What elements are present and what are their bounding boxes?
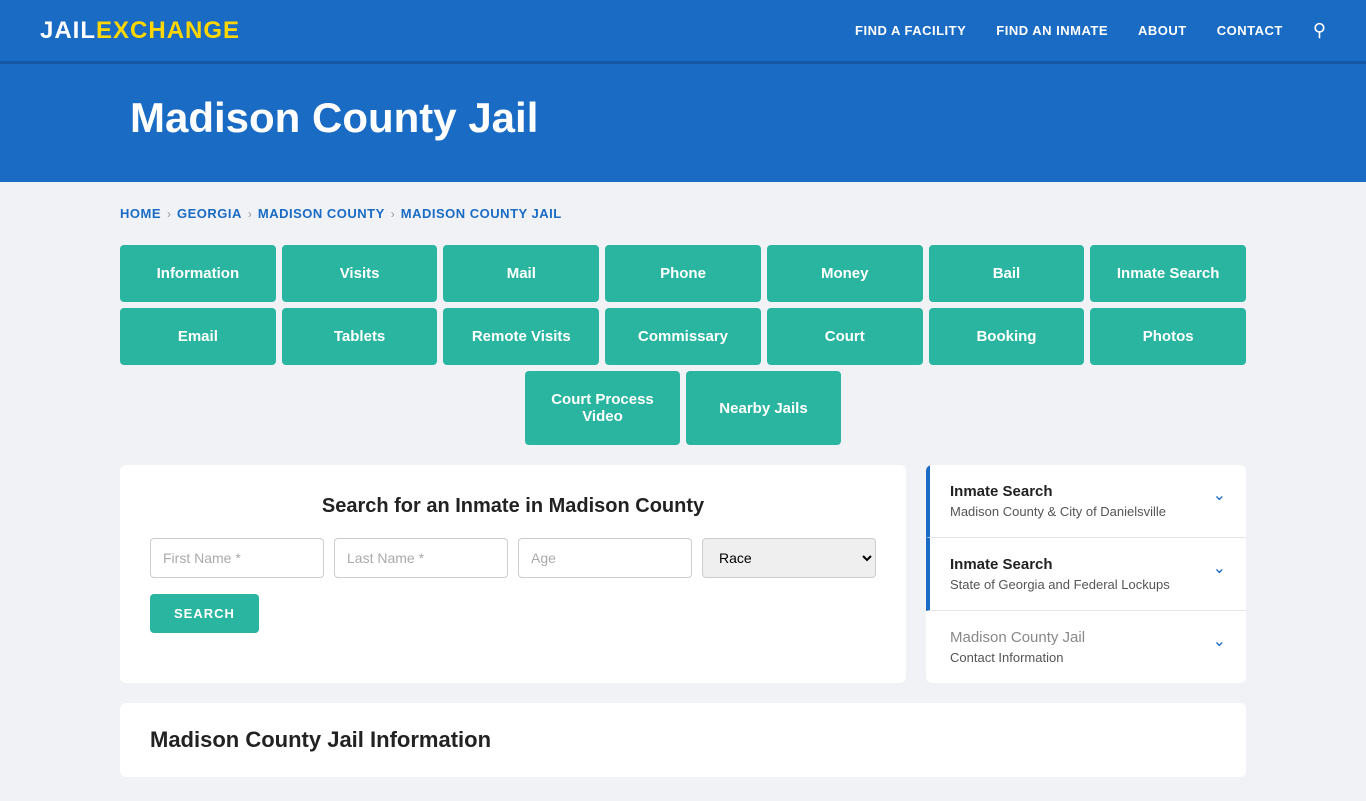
site-logo[interactable]: JAILEXCHANGE [40,17,240,45]
chevron-down-icon-3: ⌄ [1213,631,1226,651]
breadcrumb: Home › Georgia › Madison County › Madiso… [120,206,1246,221]
btn-tablets[interactable]: Tablets [282,308,438,365]
btn-court-process-video[interactable]: Court Process Video [525,371,680,445]
breadcrumb-home[interactable]: Home [120,206,161,221]
btn-visits[interactable]: Visits [282,245,438,302]
grid-row-2: Email Tablets Remote Visits Commissary C… [120,308,1246,365]
search-inputs: Race White Black Hispanic Asian Other [150,538,876,578]
race-select[interactable]: Race White Black Hispanic Asian Other [702,538,876,578]
age-input[interactable] [518,538,692,578]
jail-info-heading: Madison County Jail Information [150,727,1216,753]
inmate-search-box: Search for an Inmate in Madison County R… [120,465,906,683]
btn-mail[interactable]: Mail [443,245,599,302]
btn-email[interactable]: Email [120,308,276,365]
main-content: Home › Georgia › Madison County › Madiso… [0,182,1366,801]
btn-court[interactable]: Court [767,308,923,365]
site-header: JAILEXCHANGE FIND A FACILITY FIND AN INM… [0,0,1366,64]
search-button[interactable]: SEARCH [150,594,259,633]
btn-bail[interactable]: Bail [929,245,1085,302]
nav-find-facility[interactable]: FIND A FACILITY [855,23,966,38]
sidebar-item-title-3: Madison County Jail [950,629,1085,646]
btn-information[interactable]: Information [120,245,276,302]
btn-inmate-search[interactable]: Inmate Search [1090,245,1246,302]
btn-photos[interactable]: Photos [1090,308,1246,365]
logo-jail: JAIL [40,17,96,45]
breadcrumb-sep-1: › [167,207,171,221]
sidebar-item-title-1: Inmate Search [950,483,1166,500]
nav-about[interactable]: ABOUT [1138,23,1187,38]
sidebar-item-contact-info[interactable]: Madison County Jail Contact Information … [926,611,1246,683]
first-name-input[interactable] [150,538,324,578]
nav-contact[interactable]: CONTACT [1217,23,1283,38]
content-section: Search for an Inmate in Madison County R… [120,465,1246,683]
sidebar-item-inmate-search-madison[interactable]: Inmate Search Madison County & City of D… [926,465,1246,538]
main-nav: FIND A FACILITY FIND AN INMATE ABOUT CON… [855,20,1326,41]
sidebar-item-subtitle-3: Contact Information [950,650,1085,665]
last-name-input[interactable] [334,538,508,578]
logo-exchange: EXCHANGE [96,17,240,45]
grid-row-1: Information Visits Mail Phone Money Bail… [120,245,1246,302]
sidebar-info: Inmate Search Madison County & City of D… [926,465,1246,683]
nav-find-inmate[interactable]: FIND AN INMATE [996,23,1108,38]
btn-booking[interactable]: Booking [929,308,1085,365]
breadcrumb-madison-county[interactable]: Madison County [258,206,385,221]
btn-commissary[interactable]: Commissary [605,308,761,365]
btn-nearby-jails[interactable]: Nearby Jails [686,371,841,445]
hero-band: Madison County Jail [0,64,1366,182]
breadcrumb-sep-3: › [391,207,395,221]
search-icon[interactable]: ⚲ [1313,20,1326,41]
chevron-down-icon-1: ⌄ [1213,485,1226,505]
jail-info-section: Madison County Jail Information [120,703,1246,777]
btn-phone[interactable]: Phone [605,245,761,302]
btn-money[interactable]: Money [767,245,923,302]
page-title: Madison County Jail [130,94,1326,142]
search-title: Search for an Inmate in Madison County [150,495,876,518]
breadcrumb-georgia[interactable]: Georgia [177,206,242,221]
sidebar-item-subtitle-1: Madison County & City of Danielsville [950,504,1166,519]
breadcrumb-sep-2: › [248,207,252,221]
sidebar-item-subtitle-2: State of Georgia and Federal Lockups [950,577,1170,592]
breadcrumb-jail[interactable]: Madison County Jail [401,206,562,221]
sidebar-item-title-2: Inmate Search [950,556,1170,573]
sidebar-item-inmate-search-georgia[interactable]: Inmate Search State of Georgia and Feder… [926,538,1246,611]
btn-remote-visits[interactable]: Remote Visits [443,308,599,365]
grid-row-3: Court Process Video Nearby Jails [120,371,1246,445]
chevron-down-icon-2: ⌄ [1213,558,1226,578]
